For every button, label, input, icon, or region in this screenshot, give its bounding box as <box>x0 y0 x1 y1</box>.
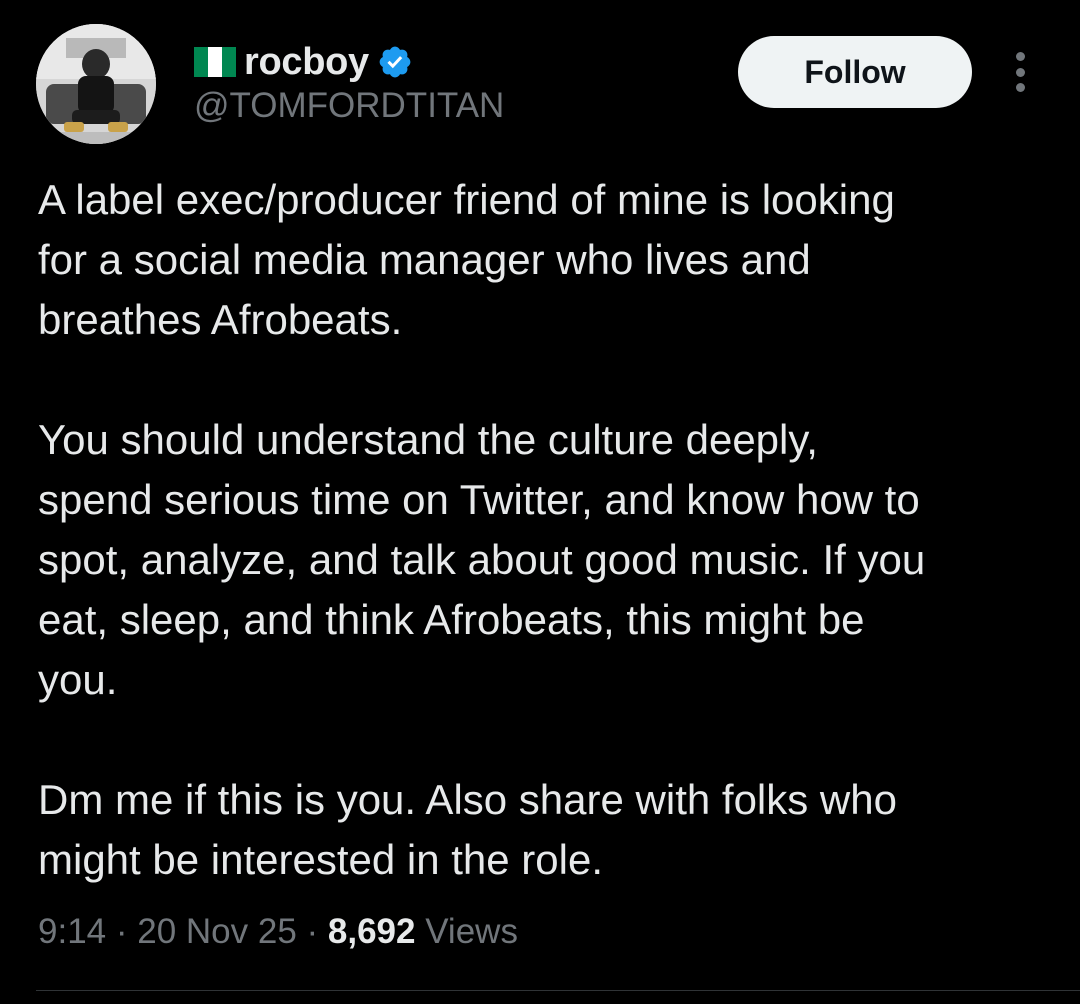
tweet-text: A label exec/producer friend of mine is … <box>38 170 1058 890</box>
follow-button[interactable]: Follow <box>738 36 972 108</box>
tweet-metadata: 9:14 · 20 Nov 25 · 8,692 Views <box>38 906 518 958</box>
tweet-paragraph: You should understand the culture deeply… <box>38 416 926 703</box>
tweet-card: rocboy @TOMFORDTITAN Follow A label exec… <box>0 0 1080 1004</box>
verified-badge-icon <box>377 44 413 80</box>
meta-separator: · <box>296 912 328 951</box>
tweet-date[interactable]: 20 Nov 25 <box>137 912 297 951</box>
tweet-paragraph: A label exec/producer friend of mine is … <box>38 176 895 343</box>
divider <box>36 990 1080 991</box>
views-label: Views <box>415 912 518 951</box>
views-count[interactable]: 8,692 <box>328 912 416 951</box>
author-name-row[interactable]: rocboy <box>194 40 413 84</box>
tweet-paragraph: Dm me if this is you. Also share with fo… <box>38 776 897 883</box>
nigeria-flag-icon <box>194 47 236 77</box>
meta-separator: · <box>106 912 138 951</box>
avatar[interactable] <box>36 24 156 144</box>
more-options-icon[interactable] <box>1006 52 1034 92</box>
tweet-time[interactable]: 9:14 <box>38 912 106 951</box>
author-handle[interactable]: @TOMFORDTITAN <box>194 86 504 126</box>
author-display-name[interactable]: rocboy <box>244 41 369 84</box>
profile-avatar-image <box>36 24 156 144</box>
